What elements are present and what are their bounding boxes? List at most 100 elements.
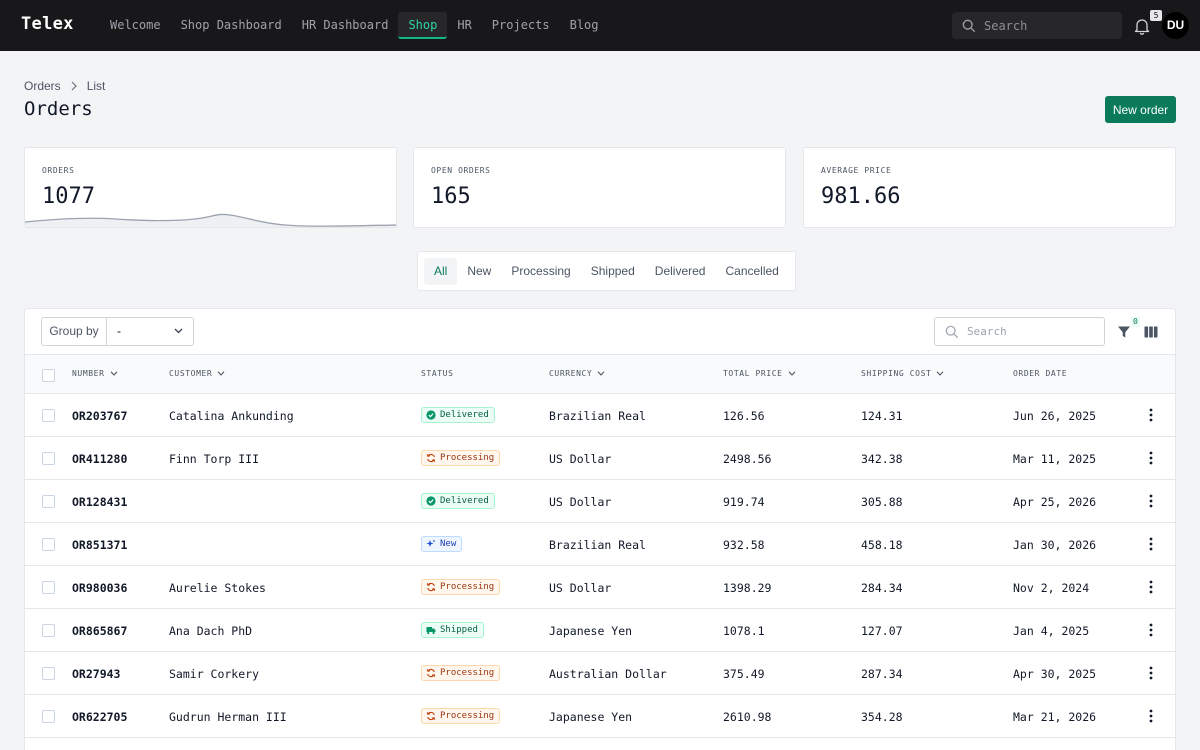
tab-delivered[interactable]: Delivered xyxy=(645,258,716,285)
order-number: OR980036 xyxy=(72,581,128,595)
status-badge: Processing xyxy=(421,708,501,724)
stat-card-orders: ORDERS 1077 xyxy=(24,147,397,228)
row-checkbox[interactable] xyxy=(42,581,55,594)
status-label: New xyxy=(440,539,457,549)
status-label: Delivered xyxy=(440,410,489,420)
order-number: OR203767 xyxy=(72,409,128,423)
shipping-cost: 305.88 xyxy=(861,495,903,509)
column-header-order-date: ORDER DATE xyxy=(1013,369,1068,378)
filter-icon[interactable] xyxy=(1117,325,1131,339)
row-checkbox[interactable] xyxy=(42,452,55,465)
total-price: 2610.98 xyxy=(723,710,772,724)
order-date: Apr 25, 2026 xyxy=(1013,495,1097,509)
customer-name: Aurelie Stokes xyxy=(169,581,266,595)
row-checkbox[interactable] xyxy=(42,624,55,637)
nav-item-shop-dashboard[interactable]: Shop Dashboard xyxy=(171,12,292,39)
breadcrumb-list: List xyxy=(86,79,106,93)
more-actions-icon[interactable] xyxy=(1146,623,1156,637)
table-row[interactable]: OR980036 Aurelie Stokes US Dollar 1398.29 28… xyxy=(25,566,1175,609)
more-actions-icon[interactable] xyxy=(1146,408,1156,422)
global-search-input[interactable] xyxy=(984,18,1114,33)
table-row[interactable]: OR411280 Finn Torp III US Dollar 2498.56 342… xyxy=(25,437,1175,480)
stat-label: OPEN ORDERS xyxy=(431,166,491,175)
group-by-control: Group by - xyxy=(41,317,194,346)
nav-item-blog[interactable]: Blog xyxy=(560,12,609,39)
breadcrumb-orders[interactable]: Orders xyxy=(24,79,61,93)
order-number: OR622705 xyxy=(72,710,128,724)
customer-name: Gudrun Herman III xyxy=(169,710,287,724)
page-title: Orders xyxy=(24,98,93,120)
nav-item-hr[interactable]: HR xyxy=(447,12,481,39)
more-actions-icon[interactable] xyxy=(1146,494,1156,508)
tab-processing[interactable]: Processing xyxy=(501,258,580,285)
status-label: Processing xyxy=(440,453,495,463)
total-price: 375.49 xyxy=(723,667,765,681)
group-by-value: - xyxy=(117,324,121,338)
status-label: Processing xyxy=(440,668,495,678)
chevron-down-icon xyxy=(788,371,795,376)
currency: Brazilian Real xyxy=(549,538,646,552)
group-by-select[interactable]: - xyxy=(107,318,193,345)
chevron-down-icon xyxy=(217,371,225,376)
row-checkbox[interactable] xyxy=(42,538,55,551)
row-checkbox[interactable] xyxy=(42,667,55,680)
row-checkbox[interactable] xyxy=(42,710,55,723)
table-search[interactable] xyxy=(934,317,1105,346)
shipping-cost: 284.34 xyxy=(861,581,903,595)
shipping-cost: 342.38 xyxy=(861,452,903,466)
total-price: 919.74 xyxy=(723,495,765,509)
tab-new[interactable]: New xyxy=(457,258,501,285)
status-badge: Processing xyxy=(421,665,501,681)
column-header-currency[interactable]: CURRENCY xyxy=(549,369,605,378)
table-row[interactable]: OR128431 US Dollar 919.74 305.88 Apr 25, 202… xyxy=(25,480,1175,523)
bell-icon[interactable] xyxy=(1133,17,1151,35)
columns-icon[interactable] xyxy=(1144,325,1158,339)
nav-item-welcome[interactable]: Welcome xyxy=(100,12,171,39)
column-header-shipping-cost[interactable]: SHIPPING COST xyxy=(861,369,944,378)
total-price: 2498.56 xyxy=(723,452,772,466)
currency: Japanese Yen xyxy=(549,624,633,638)
table-row[interactable]: OR865867 Ana Dach PhD Japanese Yen 1078.1 12… xyxy=(25,609,1175,652)
shipping-cost: 127.07 xyxy=(861,624,903,638)
total-price: 1398.29 xyxy=(723,581,772,595)
shipping-cost: 458.18 xyxy=(861,538,903,552)
more-actions-icon[interactable] xyxy=(1146,537,1156,551)
global-search[interactable] xyxy=(952,12,1122,39)
order-date: Nov 2, 2024 xyxy=(1013,581,1090,595)
stat-label: AVERAGE PRICE xyxy=(821,166,892,175)
more-actions-icon[interactable] xyxy=(1146,666,1156,680)
column-header-number[interactable]: NUMBER xyxy=(72,369,118,378)
new-order-button[interactable]: New order xyxy=(1105,96,1176,123)
order-date: Apr 30, 2025 xyxy=(1013,667,1097,681)
more-actions-icon[interactable] xyxy=(1146,580,1156,594)
customer-name: Ana Dach PhD xyxy=(169,624,253,638)
tab-all[interactable]: All xyxy=(424,257,458,285)
check-circle-icon xyxy=(426,410,436,420)
status-label: Processing xyxy=(440,711,495,721)
stat-value: 1077 xyxy=(42,184,95,209)
status-tabs: All New Processing Shipped Delivered Can… xyxy=(417,251,796,291)
table-row[interactable]: OR27943 Samir Corkery Australian Dollar 375… xyxy=(25,652,1175,695)
nav-item-shop[interactable]: Shop xyxy=(398,12,448,39)
table-row[interactable]: OR203767 Catalina Ankunding Brazilian Real… xyxy=(25,394,1175,437)
nav-item-hr-dashboard[interactable]: HR Dashboard xyxy=(292,12,399,39)
column-header-total-price[interactable]: TOTAL PRICE xyxy=(723,369,796,378)
brand-logo[interactable]: Telex xyxy=(21,14,74,34)
more-actions-icon[interactable] xyxy=(1146,451,1156,465)
table-search-input[interactable] xyxy=(967,325,1097,338)
table-row[interactable]: OR851371 Brazilian Real 932.58 458.18 Jan 30… xyxy=(25,523,1175,566)
orders-sparkline xyxy=(25,213,396,227)
user-avatar[interactable]: DU xyxy=(1162,12,1189,39)
table-row[interactable]: OR622705 Gudrun Herman III Japanese Yen 261… xyxy=(25,695,1175,738)
more-actions-icon[interactable] xyxy=(1146,709,1156,723)
row-checkbox[interactable] xyxy=(42,495,55,508)
column-header-customer[interactable]: CUSTOMER xyxy=(169,369,225,378)
tab-shipped[interactable]: Shipped xyxy=(581,258,645,285)
tab-cancelled[interactable]: Cancelled xyxy=(715,258,788,285)
order-number: OR27943 xyxy=(72,667,121,681)
select-all-checkbox[interactable] xyxy=(42,369,55,382)
row-checkbox[interactable] xyxy=(42,409,55,422)
nav-item-projects[interactable]: Projects xyxy=(482,12,560,39)
sparkles-icon xyxy=(426,539,436,547)
currency: US Dollar xyxy=(549,581,612,595)
